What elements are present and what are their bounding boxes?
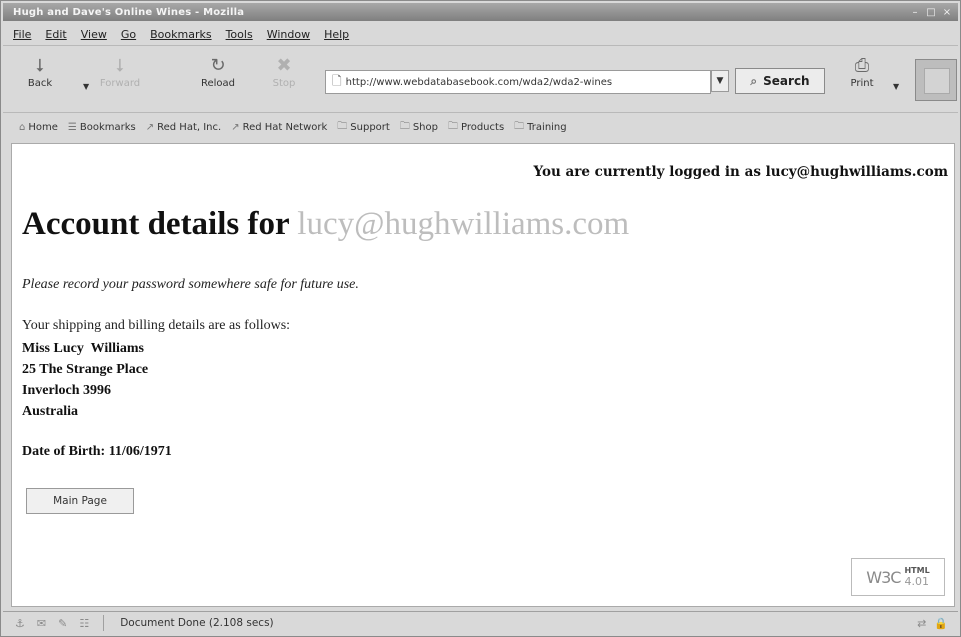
menu-bar: File Edit View Go Bookmarks Tools Window…: [3, 25, 958, 43]
mail-icon[interactable]: ✉: [37, 617, 46, 630]
maximize-button[interactable]: □: [926, 7, 936, 18]
title-bar: Hugh and Dave's Online Wines - Mozilla –…: [3, 3, 958, 21]
url-input[interactable]: [345, 76, 692, 88]
address-book-icon[interactable]: ☷: [79, 617, 89, 630]
search-icon: ⌕: [750, 73, 758, 88]
bookmark-home[interactable]: ⌂ Home: [19, 122, 58, 133]
page-icon: 🗋: [332, 73, 342, 88]
url-dropdown-icon[interactable]: ▼: [711, 70, 729, 92]
menu-edit[interactable]: Edit: [45, 28, 66, 41]
reload-label: Reload: [200, 78, 236, 89]
search-label: Search: [763, 74, 810, 88]
link-icon: ↗: [231, 121, 240, 133]
w3c-html-text: HTML: [904, 566, 930, 575]
menu-go[interactable]: Go: [121, 28, 136, 41]
window-title: Hugh and Dave's Online Wines - Mozilla: [13, 6, 245, 18]
search-button[interactable]: ⌕ Search: [735, 68, 825, 94]
home-icon: ⌂: [19, 121, 26, 133]
bookmarks-toolbar: ⌂ Home ☰ Bookmarks ↗ Red Hat, Inc. ↗ Red Hat…: [3, 117, 958, 137]
w3c-html-version: HTML 4.01: [904, 566, 929, 588]
minimize-button[interactable]: –: [910, 7, 920, 18]
page-title: Account details for lucy@hughwilliams.co…: [22, 206, 629, 243]
bookmark-training[interactable]: 🗀 Training: [514, 119, 566, 136]
address-city: Inverloch 3996: [22, 383, 112, 398]
status-text: Document Done (2.108 secs): [120, 617, 274, 629]
print-label: Print: [850, 78, 874, 89]
composer-icon[interactable]: ✎: [58, 617, 67, 630]
address-name: Miss Lucy Williams: [22, 341, 145, 356]
bookmark-label: Shop: [412, 121, 438, 133]
browser-window: Hugh and Dave's Online Wines - Mozilla –…: [0, 0, 961, 637]
navigator-icon[interactable]: ⚓: [15, 617, 25, 630]
throbber[interactable]: [915, 59, 957, 101]
print-button[interactable]: ⎙ Print: [837, 54, 887, 90]
password-note: Please record your password somewhere sa…: [22, 277, 359, 292]
navigation-toolbar: ⭣ Back ▼ ⭣ Forward ↻ Reload ✖ Stop 🗋 ▼ ⌕…: [3, 45, 958, 113]
folder-icon: 🗀: [514, 120, 525, 132]
bookmark-support[interactable]: 🗀 Support: [337, 119, 390, 136]
menu-help[interactable]: Help: [324, 28, 349, 41]
security-lock-icon[interactable]: 🔒: [934, 617, 948, 630]
bookmark-label: Products: [460, 121, 505, 133]
folder-icon: 🗀: [337, 120, 348, 132]
heading-prefix: Account details for: [22, 206, 290, 242]
bookmark-products[interactable]: 🗀 Products: [448, 119, 504, 136]
url-bar[interactable]: 🗋: [325, 70, 711, 94]
close-button[interactable]: ×: [942, 7, 952, 18]
w3c-version-text: 4.01: [904, 575, 929, 588]
page-content: You are currently logged in as lucy@hugh…: [11, 143, 955, 607]
stop-button[interactable]: ✖ Stop: [259, 54, 309, 90]
back-label: Back: [27, 78, 53, 89]
menu-tools[interactable]: Tools: [226, 28, 253, 41]
bookmark-label: Red Hat, Inc.: [157, 121, 222, 133]
details-intro: Your shipping and billing details are as…: [22, 318, 291, 333]
mozilla-logo-icon: [924, 68, 950, 94]
menu-view[interactable]: View: [81, 28, 107, 41]
forward-button[interactable]: ⭣ Forward: [95, 54, 145, 90]
status-bar: ⚓ ✉ ✎ ☷ Document Done (2.108 secs) ⇄ 🔒: [3, 611, 958, 634]
bookmark-label: Red Hat Network: [242, 121, 328, 133]
reload-button[interactable]: ↻ Reload: [193, 54, 243, 90]
bookmarks-icon: ☰: [67, 121, 77, 133]
back-button[interactable]: ⭣ Back: [15, 54, 65, 90]
w3c-logo: W3C: [866, 567, 901, 587]
logged-in-status: You are currently logged in as lucy@hugh…: [533, 164, 948, 180]
connection-icon: ⇄: [917, 616, 927, 630]
bookmark-red-hat-network[interactable]: ↗ Red Hat Network: [231, 122, 327, 133]
bookmark-bookmarks[interactable]: ☰ Bookmarks: [68, 122, 136, 133]
bookmark-red-hat[interactable]: ↗ Red Hat, Inc.: [146, 122, 221, 133]
bookmark-shop[interactable]: 🗀 Shop: [400, 119, 438, 136]
forward-label: Forward: [99, 78, 141, 89]
reload-icon: ↻: [210, 54, 226, 76]
heading-email: lucy@hughwilliams.com: [297, 206, 630, 242]
folder-icon: 🗀: [447, 120, 458, 132]
bookmark-label: Home: [28, 121, 58, 133]
stop-label: Stop: [272, 78, 296, 89]
menu-file[interactable]: File: [13, 28, 31, 41]
print-dropdown-icon[interactable]: ▼: [893, 82, 899, 91]
bookmark-label: Support: [350, 121, 390, 133]
status-right-icons: ⇄ 🔒: [917, 617, 948, 630]
forward-arrow-icon: ⭣: [115, 54, 125, 76]
link-icon: ↗: [145, 121, 155, 133]
back-arrow-icon: ⭣: [35, 54, 45, 76]
address-street: 25 The Strange Place: [22, 362, 149, 377]
bookmark-label: Training: [527, 121, 567, 133]
menu-window[interactable]: Window: [267, 28, 310, 41]
date-of-birth: Date of Birth: 11/06/1971: [22, 444, 172, 459]
bookmark-label: Bookmarks: [79, 121, 136, 133]
main-page-button[interactable]: Main Page: [26, 488, 134, 514]
print-icon: ⎙: [854, 54, 870, 76]
window-controls: – □ ×: [910, 7, 952, 18]
folder-icon: 🗀: [399, 120, 410, 132]
stop-icon: ✖: [276, 54, 292, 76]
w3c-html-badge[interactable]: W3C HTML 4.01: [851, 558, 945, 596]
status-divider: [103, 615, 105, 631]
address-block: Miss Lucy Williams 25 The Strange Place …: [22, 338, 148, 422]
address-country: Australia: [22, 404, 78, 419]
back-history-dropdown-icon[interactable]: ▼: [83, 82, 89, 91]
menu-bookmarks[interactable]: Bookmarks: [150, 28, 211, 41]
status-icons: ⚓ ✉ ✎ ☷: [15, 617, 89, 630]
